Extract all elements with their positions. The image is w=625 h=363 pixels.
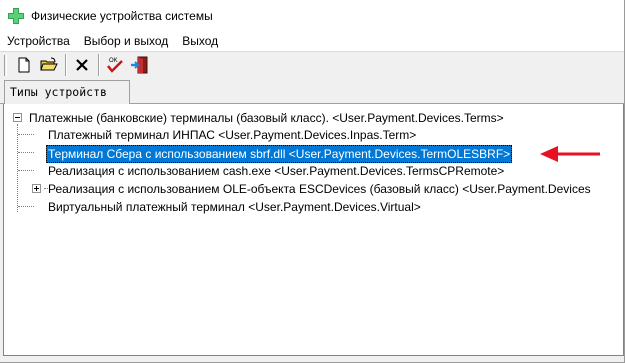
menu-exit[interactable]: Выход: [175, 31, 225, 51]
red-arrow-icon: [540, 146, 600, 162]
menu-devices[interactable]: Устройства: [0, 31, 77, 51]
tree-line: [18, 152, 34, 153]
main-window: Физические устройства системы Устройства…: [0, 0, 625, 363]
green-plus-icon: [8, 7, 24, 24]
tab-strip: Типы устройств: [0, 78, 624, 104]
delete-x-icon: [76, 59, 88, 71]
collapse-icon[interactable]: [13, 113, 22, 122]
title-bar: Физические устройства системы: [0, 0, 624, 31]
delete-button[interactable]: [70, 54, 94, 77]
window-title: Физические устройства системы: [31, 8, 213, 23]
tree-node-cash-exe[interactable]: Реализация с использованием cash.exe <Us…: [48, 162, 504, 180]
open-button[interactable]: [37, 54, 61, 77]
expand-icon[interactable]: [32, 184, 41, 193]
device-tree[interactable]: Платежные (банковские) терминалы (базовы…: [3, 104, 624, 356]
exit-button[interactable]: [128, 54, 152, 77]
tree-line: [18, 170, 34, 171]
toolbar-grip[interactable]: [4, 54, 7, 76]
new-button[interactable]: [12, 54, 36, 77]
tree-node-root[interactable]: Платежные (банковские) терминалы (базовы…: [29, 109, 504, 127]
menu-select-and-exit[interactable]: Выбор и выход: [77, 31, 176, 51]
ok-check-icon: OK: [107, 58, 123, 73]
menu-bar: Устройства Выбор и выход Выход: [0, 31, 624, 51]
svg-text:OK: OK: [109, 58, 118, 64]
tree-node-virtual[interactable]: Виртуальный платежный терминал <User.Pay…: [48, 198, 421, 216]
tree-node-inpas[interactable]: Платежный терминал ИНПАС <User.Payment.D…: [48, 126, 416, 144]
exit-door-icon: [131, 56, 148, 74]
new-document-icon: [18, 57, 30, 73]
toolbar-separator: [65, 54, 67, 76]
tree-line: [18, 134, 34, 135]
tree-line: [17, 124, 18, 212]
tree-node-escdevices[interactable]: Реализация с использованием OLE-объекта …: [48, 180, 591, 198]
tab-device-types[interactable]: Типы устройств: [4, 80, 130, 104]
tree-line: [18, 206, 34, 207]
toolbar-separator: [98, 54, 100, 76]
ok-button[interactable]: OK: [103, 54, 127, 77]
open-folder-icon: [40, 57, 58, 71]
toolbar: OK: [0, 51, 624, 78]
tree-node-sbrf-selected[interactable]: Терминал Сбера с использованием sbrf.dll…: [46, 145, 513, 163]
